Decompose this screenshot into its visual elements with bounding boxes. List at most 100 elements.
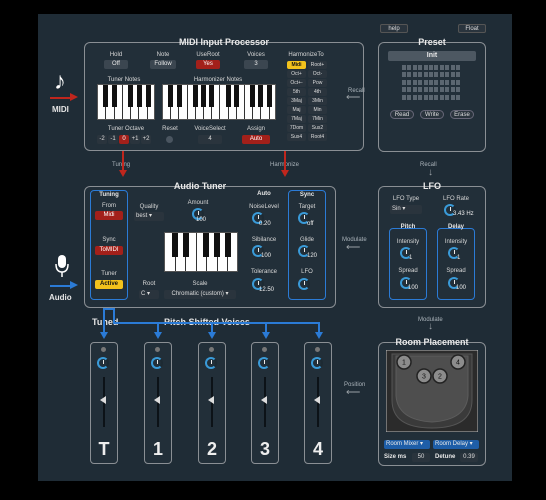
- preset-slot[interactable]: [402, 94, 406, 100]
- assign-button[interactable]: Auto: [242, 135, 270, 144]
- preset-slot[interactable]: [423, 87, 428, 93]
- harmonize-option-5th[interactable]: 5th: [287, 88, 306, 96]
- preset-slot[interactable]: [429, 65, 433, 70]
- harmonize-option-3min[interactable]: 3Min: [308, 97, 327, 105]
- sync-button[interactable]: ToMIDI: [95, 246, 123, 255]
- preset-slot[interactable]: [407, 79, 412, 85]
- preset-slot[interactable]: [439, 87, 444, 93]
- preset-slot[interactable]: [402, 65, 406, 70]
- harmonize-option-oct-[interactable]: Oct+: [287, 70, 306, 78]
- preset-slot[interactable]: [418, 72, 423, 78]
- harmonize-option-sus4[interactable]: Sus4: [287, 133, 306, 141]
- harmonize-option-maj[interactable]: Maj: [287, 106, 306, 114]
- harmonize-option-root-[interactable]: Root+: [308, 61, 327, 69]
- preset-slot[interactable]: [418, 65, 423, 70]
- preset-slot[interactable]: [434, 87, 439, 93]
- preset-slot[interactable]: [412, 94, 417, 100]
- sync-lfo-knob[interactable]: [298, 278, 310, 290]
- voice-knob[interactable]: [97, 357, 109, 369]
- preset-slot[interactable]: [429, 79, 433, 85]
- preset-slot[interactable]: [412, 79, 417, 85]
- voice-fader-handle[interactable]: [208, 396, 214, 404]
- octave-option[interactable]: -2: [97, 135, 107, 144]
- preset-slot[interactable]: [423, 94, 428, 100]
- preset-slot[interactable]: [402, 72, 406, 78]
- preset-slot[interactable]: [412, 87, 417, 93]
- help-button[interactable]: help: [380, 24, 408, 33]
- preset-slot[interactable]: [407, 65, 412, 70]
- from-button[interactable]: Midi: [95, 211, 123, 220]
- octave-option[interactable]: +2: [141, 135, 151, 144]
- useroot-toggle[interactable]: Yes: [196, 60, 220, 69]
- preset-slot[interactable]: [423, 65, 428, 70]
- float-button[interactable]: Float: [458, 24, 486, 33]
- voice-fader-handle[interactable]: [314, 396, 320, 404]
- octave-option-selected[interactable]: 0: [119, 135, 129, 144]
- octave-option[interactable]: -1: [108, 135, 118, 144]
- harmonize-option-4th[interactable]: 4th: [308, 88, 327, 96]
- preset-slot[interactable]: [429, 87, 433, 93]
- preset-slot[interactable]: [418, 87, 423, 93]
- harmonize-option-sus2[interactable]: Sus2: [308, 124, 327, 132]
- harmonize-option-oct-[interactable]: Oct+-: [287, 79, 306, 87]
- octave-option[interactable]: +1: [130, 135, 140, 144]
- voice-fader-handle[interactable]: [261, 396, 267, 404]
- preset-slot[interactable]: [445, 87, 450, 93]
- preset-slot[interactable]: [402, 87, 406, 93]
- preset-slot[interactable]: [429, 72, 433, 78]
- preset-name[interactable]: Init: [388, 51, 476, 61]
- preset-slot[interactable]: [402, 79, 406, 85]
- room-placement-pad[interactable]: 1 2 3 4: [386, 350, 478, 432]
- preset-slot[interactable]: [412, 72, 417, 78]
- preset-slot[interactable]: [445, 72, 450, 78]
- read-button[interactable]: Read: [390, 110, 414, 119]
- size-ms-number[interactable]: 50: [412, 453, 430, 462]
- preset-slot[interactable]: [456, 87, 460, 93]
- harmonize-option-7min[interactable]: 7Min: [308, 115, 327, 123]
- preset-slot[interactable]: [407, 94, 412, 100]
- preset-slot[interactable]: [439, 94, 444, 100]
- preset-slot[interactable]: [418, 94, 423, 100]
- preset-slot[interactable]: [456, 94, 460, 100]
- quality-dropdown[interactable]: best ▾: [134, 212, 164, 221]
- voice-knob[interactable]: [311, 357, 323, 369]
- preset-slot[interactable]: [429, 94, 433, 100]
- preset-slot[interactable]: [439, 65, 444, 70]
- voices-number[interactable]: 3: [244, 60, 268, 69]
- room-delay-dropdown[interactable]: Room Delay ▾: [433, 440, 479, 449]
- scale-keyboard[interactable]: [164, 232, 238, 272]
- preset-slot[interactable]: [423, 72, 428, 78]
- tuner-active-button[interactable]: Active: [95, 280, 123, 289]
- tuner-notes-keyboard[interactable]: [97, 84, 155, 120]
- preset-slot[interactable]: [450, 87, 455, 93]
- voice-fader-handle[interactable]: [154, 396, 160, 404]
- voice-knob[interactable]: [205, 357, 217, 369]
- preset-slot[interactable]: [439, 79, 444, 85]
- voice-knob[interactable]: [258, 357, 270, 369]
- preset-slot[interactable]: [412, 65, 417, 70]
- preset-slots-grid[interactable]: [402, 65, 462, 103]
- harmonizer-notes-keyboard[interactable]: [162, 84, 276, 120]
- preset-slot[interactable]: [450, 79, 455, 85]
- lfo-type-dropdown[interactable]: Sin ▾: [390, 205, 422, 214]
- harmonize-option-pow[interactable]: Pow: [308, 79, 327, 87]
- harmonize-option-3maj[interactable]: 3Maj: [287, 97, 306, 105]
- harmonize-option-7dom[interactable]: 7Dom: [287, 124, 306, 132]
- scale-dropdown[interactable]: Chromatic (custom) ▾: [164, 290, 236, 299]
- voice-fader-handle[interactable]: [100, 396, 106, 404]
- preset-slot[interactable]: [434, 72, 439, 78]
- reset-button[interactable]: [166, 136, 173, 143]
- preset-slot[interactable]: [450, 65, 455, 70]
- preset-slot[interactable]: [407, 87, 412, 93]
- preset-slot[interactable]: [434, 65, 439, 70]
- voiceselect-number[interactable]: 4: [198, 135, 222, 144]
- preset-slot[interactable]: [450, 72, 455, 78]
- preset-slot[interactable]: [445, 79, 450, 85]
- preset-slot[interactable]: [434, 94, 439, 100]
- room-mixer-dropdown[interactable]: Room Mixer ▾: [384, 440, 430, 449]
- erase-button[interactable]: Erase: [450, 110, 474, 119]
- preset-slot[interactable]: [423, 79, 428, 85]
- harmonize-option-midi[interactable]: Midi: [287, 61, 306, 69]
- write-button[interactable]: Write: [420, 110, 444, 119]
- harmonize-option-root4[interactable]: Root4: [308, 133, 327, 141]
